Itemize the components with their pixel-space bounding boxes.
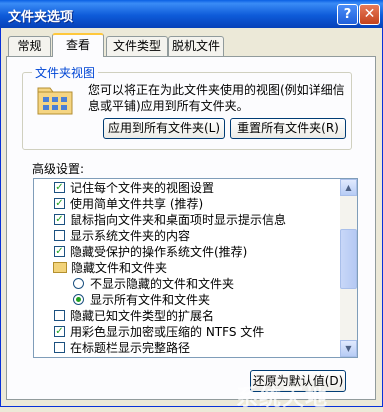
scroll-down-icon[interactable]: ▼ bbox=[340, 340, 357, 357]
folder-views-description: 您可以将正在为此文件夹使用的视图(例如详细信息或平铺)应用到所有文件夹。 bbox=[88, 83, 345, 113]
list-item[interactable]: 在标题栏显示完整路径 bbox=[54, 339, 190, 357]
watermark-text: 系统天地 bbox=[236, 386, 329, 411]
folder-views-group-title: 文件夹视图 bbox=[32, 64, 99, 81]
checkbox[interactable] bbox=[54, 230, 65, 241]
scrollbar-thumb[interactable] bbox=[340, 229, 357, 289]
tab-file-types[interactable]: 文件类型 bbox=[106, 36, 168, 56]
help-button[interactable]: ? bbox=[337, 4, 358, 25]
checkbox[interactable] bbox=[54, 342, 65, 353]
advanced-settings-label: 高级设置: bbox=[32, 162, 85, 176]
reset-all-folders-button[interactable]: 重置所有文件夹(R) bbox=[230, 118, 346, 139]
tab-offline-files[interactable]: 脱机文件 bbox=[168, 36, 224, 56]
vertical-scrollbar[interactable]: ▲ ▼ bbox=[340, 179, 357, 357]
folder-views-icon bbox=[36, 84, 74, 116]
checkbox[interactable]: ✓ bbox=[54, 246, 65, 257]
scroll-up-icon[interactable]: ▲ bbox=[340, 179, 357, 196]
checkbox[interactable]: ✓ bbox=[54, 214, 65, 225]
checkbox[interactable] bbox=[54, 310, 65, 321]
radio-button[interactable] bbox=[73, 294, 84, 305]
checkbox[interactable]: ✓ bbox=[54, 326, 65, 337]
apply-to-all-folders-button[interactable]: 应用到所有文件夹(L) bbox=[103, 118, 225, 139]
close-button[interactable]: ✕ bbox=[359, 4, 380, 25]
checkbox[interactable]: ✓ bbox=[54, 198, 65, 209]
folder-icon bbox=[53, 262, 67, 273]
window-title: 文件夹选项 bbox=[8, 10, 74, 25]
checkbox[interactable]: ✓ bbox=[54, 182, 65, 193]
radio-button[interactable] bbox=[73, 278, 84, 289]
tab-general[interactable]: 常规 bbox=[8, 36, 51, 56]
tab-view[interactable]: 查看 bbox=[52, 33, 104, 57]
